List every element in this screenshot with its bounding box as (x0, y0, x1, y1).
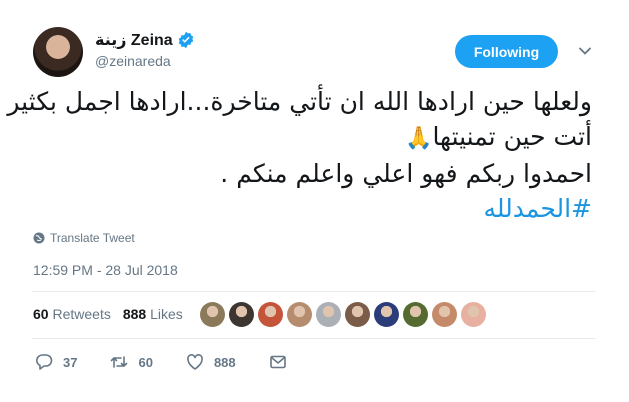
divider (32, 291, 596, 292)
like-count: 888 (213, 354, 236, 370)
user-name[interactable]: زينة Zeina (95, 30, 195, 50)
following-button[interactable]: Following (455, 35, 558, 68)
tweet-timestamp[interactable]: 12:59 PM - 28 Jul 2018 (33, 262, 178, 278)
likes-count: 888 (122, 306, 147, 322)
verified-badge-icon (178, 31, 193, 49)
translate-label[interactable]: Translate Tweet (50, 231, 135, 245)
hashtag-link[interactable]: #الحمدلله (30, 191, 592, 226)
retweet-button[interactable]: 60 (110, 353, 153, 371)
divider (32, 338, 596, 339)
praying-hands-icon: 🙏 (405, 126, 433, 151)
direct-message-button[interactable] (269, 353, 287, 371)
liker-avatar[interactable] (403, 302, 428, 327)
liker-avatar[interactable] (432, 302, 457, 327)
liker-avatars (200, 302, 486, 327)
retweets-label: Retweets (52, 306, 111, 322)
reply-count: 37 (63, 354, 78, 370)
retweets-stat[interactable]: 60 Retweets (33, 306, 111, 322)
avatar[interactable] (33, 27, 83, 77)
liker-avatar[interactable] (316, 302, 341, 327)
user-display-name[interactable]: زينة Zeina (95, 30, 173, 50)
tweet-line-3: احمدوا ربكم فهو اعلي واعلم منكم . (220, 159, 592, 188)
tweet-actions: 37 60 888 (35, 353, 320, 371)
retweets-count: 60 (33, 306, 49, 322)
tweet-line-2-text: أتت حين تمنيتها (432, 122, 592, 151)
liker-avatar[interactable] (200, 302, 225, 327)
chevron-down-icon[interactable] (578, 44, 592, 58)
liker-avatar[interactable] (229, 302, 254, 327)
retweet-count: 60 (138, 354, 153, 370)
globe-icon (33, 232, 45, 244)
envelope-icon (269, 355, 286, 369)
tweet-line-1: ولعلها حين ارادها الله ان تأتي متاخرة...… (0, 87, 592, 116)
liker-avatar[interactable] (374, 302, 399, 327)
liker-avatar[interactable] (287, 302, 312, 327)
liker-avatar[interactable] (258, 302, 283, 327)
like-button[interactable]: 888 (186, 353, 236, 371)
heart-icon (187, 354, 203, 370)
liker-avatar[interactable] (461, 302, 486, 327)
liker-avatar[interactable] (345, 302, 370, 327)
translate-tweet-link[interactable]: Translate Tweet (33, 231, 135, 245)
tweet-line-2: أتت حين تمنيتها🙏 (30, 119, 592, 156)
user-handle[interactable]: @zeinareda (95, 53, 171, 69)
retweet-icon (111, 356, 128, 368)
reply-icon (36, 354, 53, 370)
likes-stat[interactable]: 888 Likes (123, 306, 183, 322)
reply-button[interactable]: 37 (35, 353, 77, 371)
tweet-stats: 60 Retweets 888 Likes (33, 306, 183, 322)
likes-label: Likes (150, 306, 183, 322)
tweet-text: ولعلها حين ارادها الله ان تأتي متاخرة...… (0, 84, 592, 226)
